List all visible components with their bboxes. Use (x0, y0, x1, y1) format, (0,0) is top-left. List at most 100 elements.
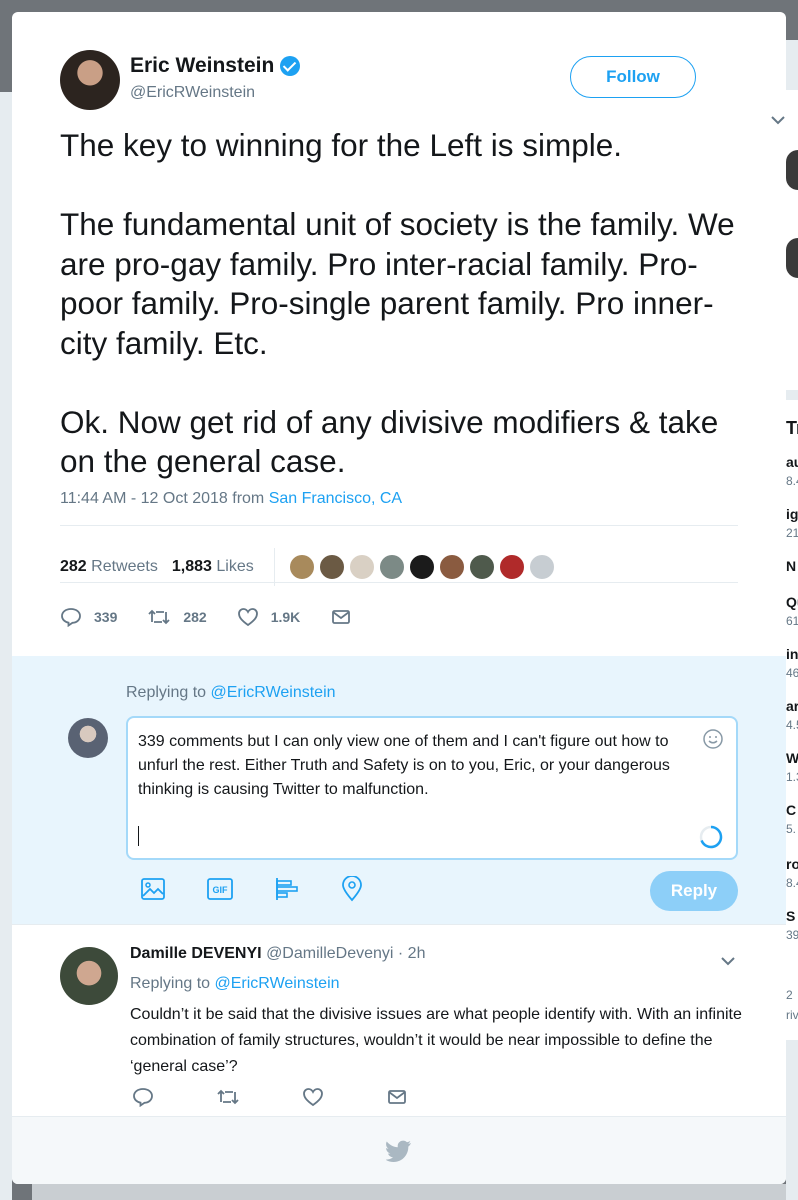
liker-avatar[interactable] (498, 554, 525, 580)
liker-avatar[interactable] (348, 554, 375, 580)
background-trend-count: 46 (786, 666, 798, 680)
reply-button[interactable]: Reply (650, 871, 738, 911)
background-trend-count: 5. (786, 822, 797, 836)
gif-button[interactable]: GIF (206, 877, 234, 901)
gif-label: GIF (213, 885, 229, 895)
background-trends-title: Tr (786, 418, 798, 438)
background-page-bottom (32, 1184, 786, 1200)
liker-avatar[interactable] (288, 554, 315, 580)
reply-action[interactable] (132, 1087, 154, 1107)
retweets-count: 282 (60, 558, 87, 575)
poll-icon (276, 878, 298, 900)
background-trend-count: 8.4 (786, 474, 798, 488)
reply-action[interactable]: 339 (60, 607, 117, 627)
background-trend-count: 39 (786, 928, 798, 942)
tweet-stats: 282 Retweets 1,883 Likes (60, 540, 740, 594)
dm-action[interactable] (330, 607, 364, 627)
background-trend-item: ig (786, 506, 798, 522)
replying-to-handle[interactable]: @EricRWeinstein (215, 975, 340, 992)
avatar[interactable] (68, 718, 108, 758)
retweet-count: 282 (183, 609, 207, 625)
reply-icon (61, 608, 81, 627)
media-button[interactable] (140, 876, 166, 902)
reply-draft-text[interactable]: 339 comments but I can only view one of … (138, 730, 698, 802)
character-count-icon (699, 825, 723, 849)
location-link[interactable]: San Francisco, CA (269, 490, 402, 507)
heart-icon (303, 1088, 323, 1107)
gif-icon: GIF (207, 878, 233, 900)
background-trend-item: S (786, 908, 796, 924)
image-icon (141, 878, 165, 900)
like-count: 1.9K (270, 609, 301, 625)
background-trend-count: 1.3 (786, 770, 798, 784)
retweet-icon (148, 609, 170, 625)
liker-avatar[interactable] (378, 554, 405, 580)
tweet-timestamp: 11:44 AM - 12 Oct 2018 from San Francisc… (60, 490, 402, 508)
background-avatar (786, 150, 798, 190)
emoji-icon[interactable] (702, 728, 724, 750)
timestamp-text[interactable]: 11:44 AM - 12 Oct 2018 from (60, 490, 264, 507)
location-pin-icon (342, 876, 362, 902)
replying-to-prefix: Replying to (130, 975, 211, 992)
likes-stat[interactable]: 1,883 Likes (172, 558, 254, 576)
background-trend-item: C (786, 802, 797, 818)
verified-badge-icon (280, 56, 301, 76)
background-page-left (0, 92, 12, 1200)
follow-button[interactable]: Follow (570, 56, 696, 98)
like-action[interactable]: 1.9K (237, 607, 301, 627)
reply-header: Damille DEVENYI @DamilleDevenyi · 2h (130, 945, 425, 963)
retweets-stat[interactable]: 282 Retweets (60, 558, 158, 576)
liker-avatar[interactable] (408, 554, 435, 580)
background-trend-count: 21 (786, 526, 798, 540)
likes-count: 1,883 (171, 558, 212, 575)
divider (60, 525, 738, 526)
reply-author-name[interactable]: Damille DEVENYI (130, 945, 262, 962)
likes-label: Likes (216, 558, 254, 575)
reply-count: 339 (94, 609, 118, 625)
reply-actions (132, 1087, 470, 1107)
modal-footer (12, 1116, 786, 1184)
tweet-header: Eric Weinstein @EricRWeinstein Follow (60, 50, 785, 125)
background-trend-item: ar (786, 698, 798, 714)
dm-action[interactable] (386, 1087, 408, 1107)
retweets-label: Retweets (91, 558, 158, 575)
liker-avatar[interactable] (468, 554, 495, 580)
chevron-down-icon[interactable] (718, 951, 738, 971)
liker-avatar[interactable] (438, 554, 465, 580)
liker-avatar[interactable] (528, 554, 555, 580)
replying-to-prefix: Replying to (126, 684, 207, 701)
author-name-row[interactable]: Eric Weinstein (130, 54, 301, 78)
background-trend-count: 8.4 (786, 876, 798, 890)
reply-replying-to: Replying to @EricRWeinstein (130, 975, 340, 993)
retweet-icon (217, 1089, 239, 1105)
reply-author-handle[interactable]: @DamilleDevenyi (266, 945, 393, 962)
author-handle[interactable]: @EricRWeinstein (130, 84, 255, 102)
background-avatar (786, 238, 798, 278)
reply-tweet[interactable]: Damille DEVENYI @DamilleDevenyi · 2h Rep… (12, 924, 786, 1116)
replying-to-handle[interactable]: @EricRWeinstein (211, 684, 336, 701)
poll-button[interactable] (274, 876, 300, 902)
reply-input[interactable]: 339 comments but I can only view one of … (126, 716, 738, 860)
background-trend-item: N (786, 558, 797, 574)
tweet-text: The key to winning for the Left is simpl… (60, 127, 735, 479)
background-trend-item: au (786, 454, 798, 470)
liker-avatar[interactable] (318, 554, 345, 580)
avatar[interactable] (60, 50, 120, 110)
tweet-modal: Eric Weinstein @EricRWeinstein Follow Th… (12, 12, 786, 1184)
author-name[interactable]: Eric Weinstein (130, 54, 274, 78)
envelope-icon (332, 610, 351, 624)
reply-text: Couldn’t it be said that the divisive is… (130, 1006, 742, 1075)
like-action[interactable] (302, 1087, 324, 1107)
reply-time[interactable]: · 2h (398, 945, 426, 962)
retweet-action[interactable] (216, 1087, 240, 1107)
avatar[interactable] (60, 947, 118, 1005)
reply-composer: Replying to @EricRWeinstein 339 comments… (12, 656, 786, 924)
location-button[interactable] (340, 876, 364, 902)
background-trend-item: Qu (786, 594, 798, 610)
retweet-action[interactable]: 282 (147, 607, 207, 627)
background-trend-item: W (786, 750, 798, 766)
background-trend-count: 61 (786, 614, 798, 628)
envelope-icon (388, 1090, 406, 1104)
chevron-down-icon[interactable] (768, 110, 786, 130)
background-trend-count: 4.5 (786, 718, 798, 732)
